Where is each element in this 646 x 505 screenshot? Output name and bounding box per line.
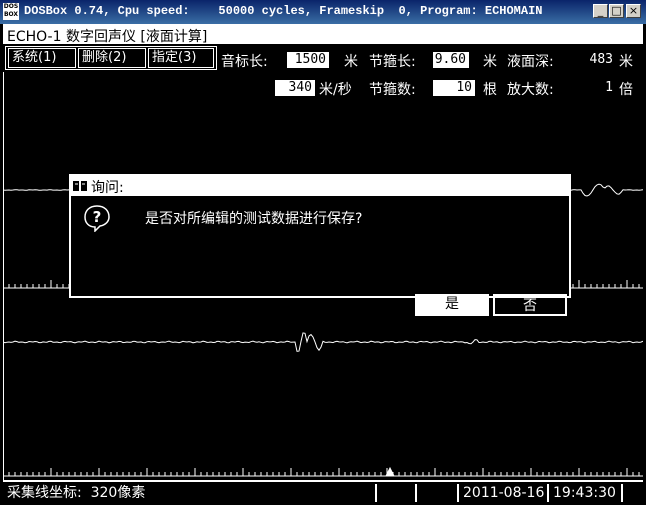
save-confirm-dialog: 询问: ? 是否对所编辑的测试数据进行保存? 是 否 [69, 174, 571, 316]
status-empty-2 [415, 484, 457, 502]
lower-scale [3, 468, 643, 477]
depth-unit: 米 [619, 54, 633, 70]
status-empty-1 [375, 484, 413, 502]
dialog-title-bar: 询问: [71, 176, 569, 196]
parameter-panel: 音标长: 1500 米 节箍长: 9.60 米 液面深: 483 米 340 米… [219, 46, 643, 98]
window-title-bar[interactable]: DOS BOX DOSBox 0.74, Cpu speed: 50000 cy… [0, 0, 646, 24]
menu-system[interactable]: 系统(1) [8, 48, 76, 68]
close-button[interactable]: × [626, 4, 641, 18]
zoom-label: 放大数: [507, 82, 554, 98]
zoom-value: 1 [605, 80, 613, 95]
status-bar: 采集线坐标: 320像素 2011-08-16 19:43:30 [3, 480, 643, 502]
dos-screen: ECHO-1 数字回声仪 [液面计算] 系统(1) 删除(2) 指定(3) 音标… [3, 24, 643, 502]
sound-mark-unit: 米 [344, 54, 358, 70]
dosbox-logo-icon: DOS BOX [3, 3, 19, 20]
joint-count-field[interactable]: 10 [433, 80, 475, 96]
menu-delete[interactable]: 删除(2) [78, 48, 146, 68]
depth-value: 483 [589, 52, 613, 67]
menu-specify[interactable]: 指定(3) [148, 48, 214, 68]
depth-label: 液面深: [507, 54, 554, 70]
cursor-coordinate: 采集线坐标: 320像素 [7, 485, 146, 501]
no-button[interactable]: 否 [493, 294, 567, 316]
question-icon: ? [84, 205, 110, 232]
dialog-message: 是否对所编辑的测试数据进行保存? [145, 211, 363, 227]
resize-grip-icon[interactable] [621, 484, 643, 502]
joint-count-label: 节箍数: [369, 82, 416, 98]
window-title: DOSBox 0.74, Cpu speed: 50000 cycles, Fr… [24, 4, 543, 18]
dialog-title: 询问: [91, 180, 124, 196]
joint-length-field[interactable]: 9.60 [433, 52, 469, 68]
book-icon [73, 181, 87, 191]
maximize-button[interactable]: □ [609, 4, 624, 18]
sound-speed-field[interactable]: 340 [275, 80, 315, 96]
sound-mark-label: 音标长: [221, 54, 268, 70]
app-title: ECHO-1 数字回声仪 [液面计算] [7, 29, 208, 45]
lower-trace [3, 332, 643, 352]
status-date: 2011-08-16 [457, 484, 551, 502]
joint-count-unit: 根 [483, 82, 497, 98]
app-header: ECHO-1 数字回声仪 [液面计算] [3, 24, 643, 45]
joint-length-unit: 米 [483, 54, 497, 70]
minimize-button[interactable]: _ [593, 4, 608, 18]
joint-length-label: 节箍长: [369, 54, 416, 70]
yes-button[interactable]: 是 [415, 294, 489, 316]
status-time: 19:43:30 [547, 484, 623, 502]
sound-speed-unit: 米/秒 [319, 82, 352, 98]
svg-text:?: ? [93, 208, 102, 226]
sound-mark-field[interactable]: 1500 [287, 52, 329, 68]
zoom-unit: 倍 [619, 82, 633, 98]
